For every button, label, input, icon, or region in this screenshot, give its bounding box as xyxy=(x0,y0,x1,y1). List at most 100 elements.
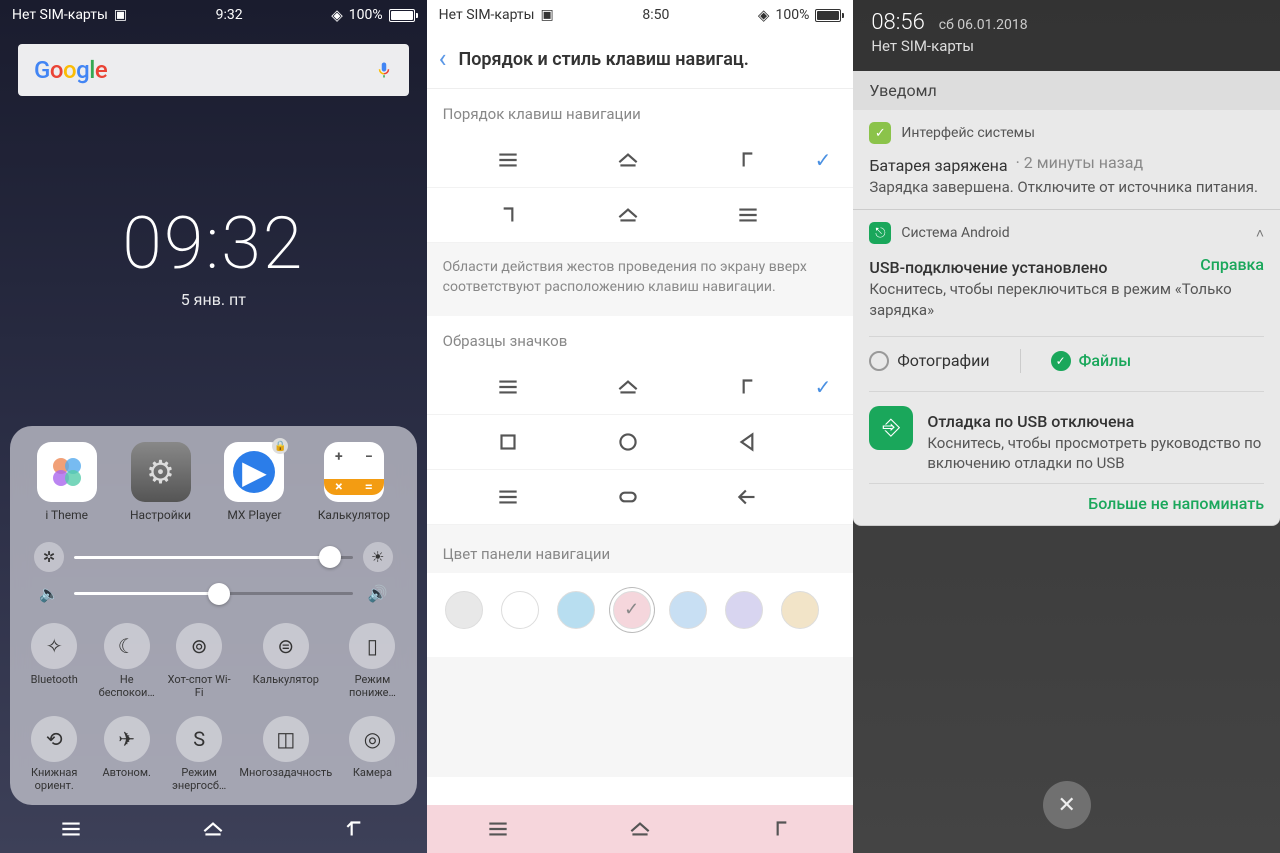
mic-icon[interactable] xyxy=(375,58,393,82)
sub-body: Коснитесь, чтобы просмотреть руководство… xyxy=(927,433,1264,474)
usb-icon: ⎆ xyxy=(869,406,913,450)
color-swatch[interactable] xyxy=(781,591,819,629)
nav-order-option-1[interactable]: ✓ xyxy=(427,133,854,188)
google-search-bar[interactable]: Google xyxy=(18,44,409,96)
notif-app-name: Интерфейс системы xyxy=(901,125,1035,141)
icon-style-option-3[interactable] xyxy=(427,470,854,525)
battery-low-icon: ▯ xyxy=(349,623,395,669)
gesture-description: Области действия жестов проведения по эк… xyxy=(427,243,854,316)
brightness-low-icon[interactable]: ✲ xyxy=(34,542,64,572)
radio-on-icon xyxy=(1051,351,1071,371)
usb-debug-subnotif[interactable]: ⎆ Отладка по USB отключена Коснитесь, чт… xyxy=(869,391,1264,474)
battery-icon xyxy=(815,9,841,22)
calculator-icon: ⊜ xyxy=(263,623,309,669)
volume-low-icon: 🔈 xyxy=(34,584,64,603)
status-sim: Нет SIM-карты xyxy=(439,7,535,23)
usb-mode-options: Фотографии Файлы xyxy=(869,336,1264,373)
nav-recents[interactable] xyxy=(36,816,106,842)
brightness-high-icon[interactable]: ☀ xyxy=(363,542,393,572)
usb-mode-photos[interactable]: Фотографии xyxy=(869,351,989,371)
control-panel: i Theme ⚙ Настройки 🔒▶ MX Player +−×= Ка… xyxy=(10,426,417,805)
icon-style-option-1[interactable]: ✓ xyxy=(427,360,854,415)
section-icon-samples: Образцы значков xyxy=(427,316,854,360)
nav-home[interactable] xyxy=(605,816,675,842)
back-button[interactable]: ‹ xyxy=(439,44,447,74)
quick-toggles: ✧Bluetooth ☾Не беспокои… ⊚Хот-спот Wi-Fi… xyxy=(20,617,407,799)
bluetooth-icon: ✧ xyxy=(31,623,77,669)
nav-home[interactable] xyxy=(178,816,248,842)
toggle-hotspot[interactable]: ⊚Хот-спот Wi-Fi xyxy=(165,617,233,706)
color-swatch[interactable] xyxy=(669,591,707,629)
color-swatch[interactable] xyxy=(557,591,595,629)
toggle-powersave[interactable]: SРежим энергосб… xyxy=(165,710,233,799)
volume-slider[interactable]: 🔈 🔊 xyxy=(20,578,407,609)
usb-mode-files[interactable]: Файлы xyxy=(1051,351,1132,371)
android-system-icon: ⎋ xyxy=(869,222,891,244)
shade-time: 08:56 xyxy=(871,10,924,35)
nav-recents[interactable] xyxy=(463,816,533,842)
multitask-icon: ◫ xyxy=(263,716,309,762)
color-swatch[interactable] xyxy=(613,591,651,629)
system-ui-icon: ✓ xyxy=(869,122,891,144)
recent-apps-row: i Theme ⚙ Настройки 🔒▶ MX Player +−×= Ка… xyxy=(20,442,407,522)
wifi-icon: ◈ xyxy=(331,6,343,24)
notif-title: USB-подключение установлено xyxy=(869,258,1107,277)
wifi-icon: ◈ xyxy=(758,6,770,24)
notif-time: · 2 минуты назад xyxy=(1016,153,1144,172)
app-itheme[interactable]: i Theme xyxy=(37,442,97,522)
hotspot-icon: ⊚ xyxy=(176,623,222,669)
app-mxplayer[interactable]: 🔒▶ MX Player xyxy=(224,442,284,522)
navbar xyxy=(0,805,427,853)
phone-notifications: 08:56 сб 06.01.2018 Нет SIM-карты Уведом… xyxy=(853,0,1280,853)
radio-off-icon xyxy=(869,351,889,371)
clock-time: 09:32 xyxy=(0,201,427,286)
shield-icon: ▣ xyxy=(114,7,127,23)
lock-rotation-icon: ⟲ xyxy=(31,716,77,762)
brightness-slider[interactable]: ✲ ☀ xyxy=(20,536,407,578)
settings-header: ‹ Порядок и стиль клавиш навигац. xyxy=(427,30,854,89)
help-link[interactable]: Справка xyxy=(1200,255,1264,274)
icon-style-option-2[interactable] xyxy=(427,415,854,470)
shade-header: 08:56 сб 06.01.2018 Нет SIM-карты xyxy=(853,0,1280,61)
toggle-airplane[interactable]: ✈Автоном. xyxy=(92,710,160,799)
clock-widget: 09:32 5 янв. пт xyxy=(0,201,427,309)
volume-high-icon: 🔊 xyxy=(363,584,393,603)
app-settings[interactable]: ⚙ Настройки xyxy=(130,442,191,522)
notification-usb[interactable]: ⎋ Система Android ˄ USB-подключение уста… xyxy=(853,210,1280,526)
nav-back[interactable] xyxy=(747,816,817,842)
color-swatch[interactable] xyxy=(501,591,539,629)
toggle-bluetooth[interactable]: ✧Bluetooth xyxy=(20,617,88,706)
status-bar: Нет SIM-карты ▣ 9:32 ◈ 100% xyxy=(0,0,427,30)
nav-back[interactable] xyxy=(321,816,391,842)
shade-date: сб 06.01.2018 xyxy=(939,17,1028,33)
google-logo: Google xyxy=(34,56,107,84)
status-battery-pct: 100% xyxy=(349,7,383,23)
status-time: 9:32 xyxy=(216,7,243,23)
notif-app-name: Система Android xyxy=(901,225,1009,241)
toggle-camera[interactable]: ◎Камера xyxy=(338,710,406,799)
notifications-section-header: Уведомл xyxy=(853,71,1280,110)
notification-battery[interactable]: ✓ Интерфейс системы Батарея заряжена · 2… xyxy=(853,110,1280,210)
status-battery-pct: 100% xyxy=(775,7,809,23)
toggle-dnd[interactable]: ☾Не беспокои… xyxy=(92,617,160,706)
app-calculator[interactable]: +−×= Калькулятор xyxy=(318,442,390,522)
toggle-multitask[interactable]: ◫Многозадачность xyxy=(237,710,334,799)
section-nav-color: Цвет панели навигации xyxy=(427,525,854,573)
color-swatch[interactable] xyxy=(445,591,483,629)
color-picker xyxy=(427,573,854,657)
status-sim: Нет SIM-карты xyxy=(12,7,108,23)
nav-order-option-2[interactable] xyxy=(427,188,854,243)
battery-icon xyxy=(389,9,415,22)
toggle-orientation[interactable]: ⟲Книжная ориент. xyxy=(20,710,88,799)
dont-remind-action[interactable]: Больше не напоминать xyxy=(1088,494,1264,513)
shade-sim: Нет SIM-карты xyxy=(871,37,1262,55)
toggle-lowpower[interactable]: ▯Режим пониже… xyxy=(338,617,406,706)
status-time: 8:50 xyxy=(642,7,669,23)
color-swatch[interactable] xyxy=(725,591,763,629)
toggle-calculator[interactable]: ⊜Калькулятор xyxy=(237,617,334,706)
chevron-up-icon[interactable]: ˄ xyxy=(1256,225,1264,242)
moon-icon: ☾ xyxy=(104,623,150,669)
powersave-icon: S xyxy=(176,716,222,762)
camera-icon: ◎ xyxy=(349,716,395,762)
dismiss-all-button[interactable]: ✕ xyxy=(1043,781,1091,829)
